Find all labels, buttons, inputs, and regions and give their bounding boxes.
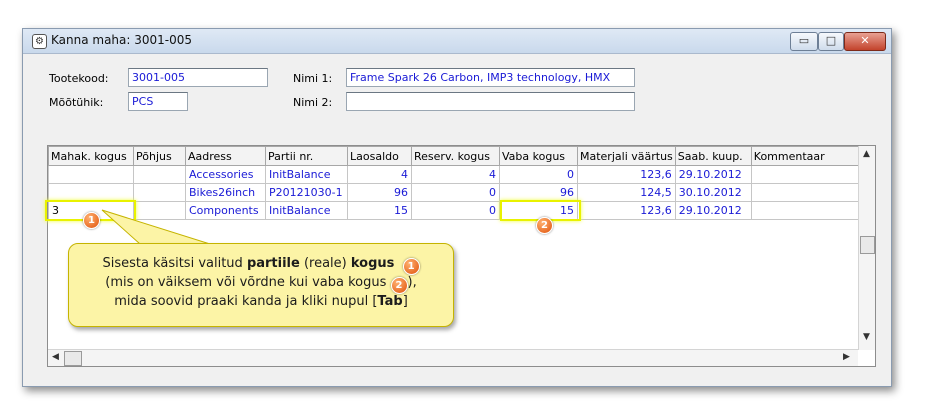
cell-aadress[interactable]: Accessories [185, 165, 266, 184]
cell-kuup[interactable]: 29.10.2012 [674, 201, 752, 220]
horizontal-scrollbar[interactable]: ◀ ▶ [48, 349, 858, 366]
badge-one: 1 [83, 212, 100, 229]
window-title: Kanna maha: 3001-005 [51, 33, 193, 47]
cell-pohjus[interactable] [133, 165, 186, 184]
nimi2-label: Nimi 2: [293, 96, 333, 109]
col-laosaldo[interactable]: Laosaldo [347, 146, 412, 166]
cell-kommentaar[interactable] [750, 165, 862, 184]
title-bar: ⚙ Kanna maha: 3001-005 ▭ □ ✕ [23, 29, 891, 54]
maximize-button[interactable]: □ [818, 32, 844, 51]
nimi1-label: Nimi 1: [293, 72, 333, 85]
cell-vaartus[interactable]: 123,6 [577, 165, 676, 184]
callout-line-2: (mis on väiksem või võrdne kui vaba kogu… [69, 273, 453, 294]
scroll-up-icon[interactable]: ▲ [863, 149, 870, 159]
close-button[interactable]: ✕ [844, 32, 886, 51]
callout-pointer [101, 209, 211, 245]
col-kommentaar[interactable]: Kommentaar [750, 146, 862, 166]
callout-line-1: Sisesta käsitsi valitud partiile (reale)… [69, 254, 453, 275]
callout-text: Sisesta käsitsi valitud [102, 256, 247, 271]
callout-text: ] [402, 294, 408, 309]
callout-text: mida soovid praaki kanda ja kliki nupul … [114, 294, 378, 309]
cell-aadress[interactable]: Bikes26inch [185, 183, 266, 202]
callout-bold-kogus: kogus [350, 256, 395, 271]
col-kuup[interactable]: Saab. kuup. [674, 146, 752, 166]
tootekood-field[interactable]: 3001-005 [128, 68, 268, 87]
badge-two: 2 [536, 217, 553, 234]
col-vaba[interactable]: Vaba kogus [499, 146, 578, 166]
scroll-down-icon[interactable]: ▼ [863, 332, 870, 342]
scroll-left-icon[interactable]: ◀ [52, 352, 59, 362]
cell-vaartus[interactable]: 123,6 [577, 201, 676, 220]
cell-vaba[interactable]: 0 [499, 165, 578, 184]
cell-partii[interactable]: P20121030-1 [265, 183, 348, 202]
cell-reserv[interactable]: 0 [411, 183, 500, 202]
callout-badge-one: 1 [402, 258, 420, 275]
table-row[interactable]: Bikes26inch P20121030-1 96 0 96 124,5 30… [48, 183, 862, 202]
vertical-scrollbar[interactable]: ▲ ▼ [858, 146, 875, 350]
cell-reserv[interactable]: 0 [411, 201, 500, 220]
header-row: Mahak. kogus Põhjus Aadress Partii nr. L… [48, 146, 862, 166]
callout-text: ), [407, 275, 417, 290]
cell-partii[interactable]: InitBalance [265, 201, 348, 220]
col-partii[interactable]: Partii nr. [265, 146, 348, 166]
cell-kommentaar[interactable] [750, 183, 862, 202]
cell-kommentaar[interactable] [750, 201, 862, 220]
horizontal-scroll-thumb[interactable] [64, 351, 82, 366]
cell-vaba[interactable]: 96 [499, 183, 578, 202]
cell-laosaldo[interactable]: 15 [347, 201, 412, 220]
cell-mahak[interactable] [48, 165, 134, 184]
cell-kuup[interactable]: 29.10.2012 [674, 165, 752, 184]
nimi2-field[interactable] [346, 92, 635, 111]
tootekood-label: Tootekood: [49, 72, 109, 85]
callout-line-3: mida soovid praaki kanda ja kliki nupul … [69, 292, 453, 311]
mootuhik-field[interactable]: PCS [128, 92, 188, 111]
callout-badge-two: 2 [390, 277, 408, 294]
col-vaartus[interactable]: Materjali väärtus [577, 146, 676, 166]
instruction-callout: Sisesta käsitsi valitud partiile (reale)… [68, 243, 454, 327]
cell-reserv[interactable]: 4 [411, 165, 500, 184]
mootuhik-label: Mõõtühik: [49, 96, 104, 109]
cell-vaartus[interactable]: 124,5 [577, 183, 676, 202]
app-gear-icon: ⚙ [32, 34, 47, 49]
col-pohjus[interactable]: Põhjus [133, 146, 186, 166]
callout-text: (mis on väiksem või võrdne kui vaba kogu… [105, 275, 391, 290]
cell-pohjus[interactable] [133, 183, 186, 202]
callout-bold-tab: Tab [377, 294, 403, 309]
cell-laosaldo[interactable]: 4 [347, 165, 412, 184]
cell-kuup[interactable]: 30.10.2012 [674, 183, 752, 202]
cell-laosaldo[interactable]: 96 [347, 183, 412, 202]
col-reserv[interactable]: Reserv. kogus [411, 146, 500, 166]
scroll-right-icon[interactable]: ▶ [843, 352, 850, 362]
cell-partii[interactable]: InitBalance [265, 165, 348, 184]
col-aadress[interactable]: Aadress [185, 146, 266, 166]
callout-text: (reale) [299, 256, 351, 271]
col-mahak-kogus[interactable]: Mahak. kogus [48, 146, 134, 166]
minimize-button[interactable]: ▭ [790, 32, 818, 51]
callout-bold-partiile: partiile [246, 256, 300, 271]
table-row[interactable]: Accessories InitBalance 4 4 0 123,6 29.1… [48, 165, 862, 184]
vertical-scroll-thumb[interactable] [860, 236, 875, 254]
nimi1-field[interactable]: Frame Spark 26 Carbon, IMP3 technology, … [346, 68, 635, 87]
cell-mahak[interactable] [48, 183, 134, 202]
